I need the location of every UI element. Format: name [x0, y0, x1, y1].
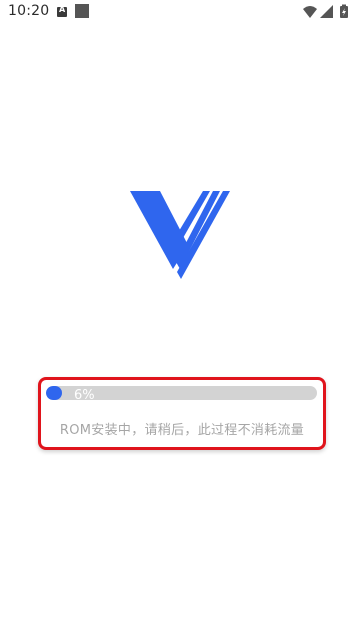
- system-icons: [303, 4, 348, 18]
- v-logo: [130, 191, 230, 279]
- install-status-message: ROM安装中，请稍后，此过程不消耗流量: [59, 423, 305, 438]
- status-time: 10:20: [8, 3, 50, 19]
- signal-icon: [320, 5, 333, 18]
- battery-icon: [340, 4, 348, 18]
- progress-fill: [46, 386, 63, 400]
- v-logo-stripe-3: [177, 191, 230, 279]
- v-logo-icon: [130, 191, 230, 279]
- status-bar: 10:20: [0, 0, 360, 24]
- square-notification-icon: [75, 4, 89, 18]
- wifi-icon: [303, 6, 317, 18]
- status-right-icons: [302, 4, 352, 20]
- install-progress-panel: 6% ROM安装中，请稍后，此过程不消耗流量: [38, 377, 326, 450]
- progress-percent: 6%: [74, 388, 95, 403]
- a-notification-icon: [57, 5, 67, 17]
